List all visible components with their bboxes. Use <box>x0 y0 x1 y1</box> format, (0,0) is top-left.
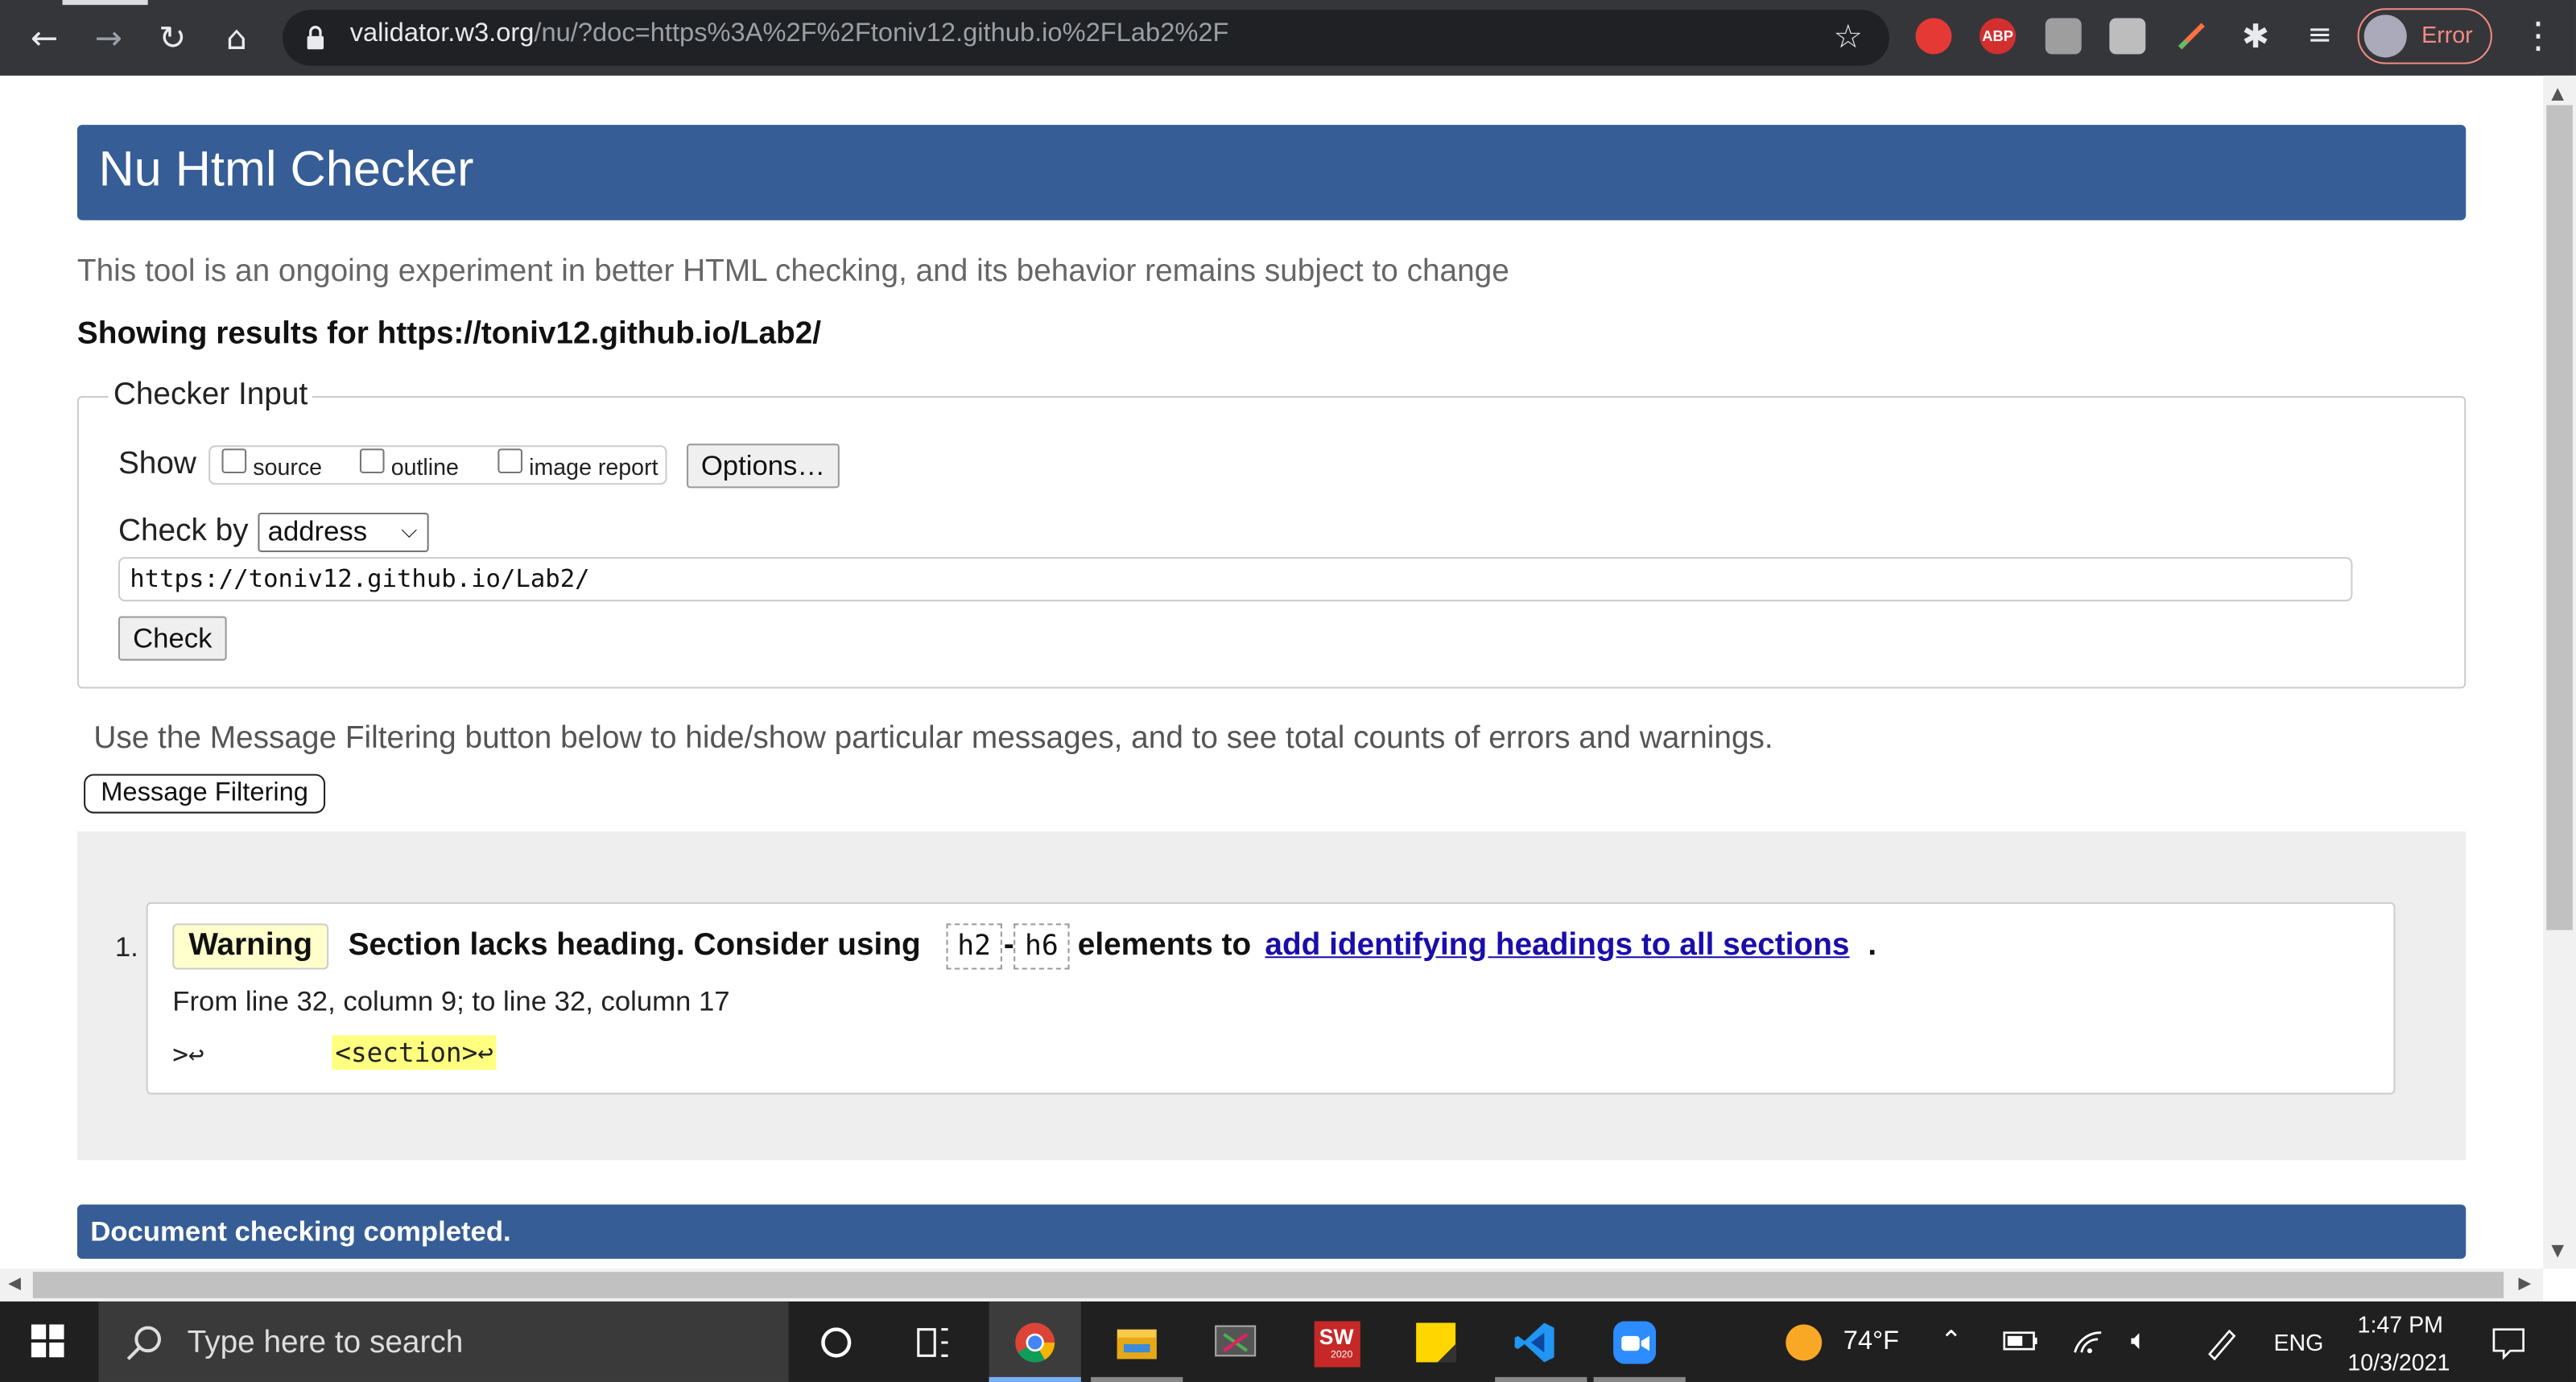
message-dash: - <box>1003 928 1014 963</box>
scroll-down-icon[interactable]: ▼ <box>2551 1242 2564 1260</box>
scroll-up-icon[interactable]: ▲ <box>2551 85 2564 103</box>
warning-badge: Warning <box>172 923 329 970</box>
home-icon[interactable]: ⌂ <box>217 18 256 57</box>
vertical-scrollbar-thumb[interactable] <box>2546 105 2573 930</box>
clock-time[interactable]: 1:47 PM <box>2358 1311 2443 1338</box>
pen-workspace-icon[interactable] <box>2203 1325 2240 1361</box>
code-h2: h2 <box>946 923 1002 970</box>
message-location[interactable]: From line 32, column 9; to line 32, colu… <box>172 986 729 1019</box>
explorer-running-indicator <box>1091 1376 1183 1382</box>
reload-icon[interactable]: ↻ <box>153 18 192 57</box>
zoom-icon[interactable] <box>1613 1321 1657 1364</box>
extract-context: >↩ <box>172 1038 204 1071</box>
file-explorer-icon[interactable] <box>1116 1321 1158 1363</box>
sticky-notes-icon[interactable] <box>1414 1321 1457 1363</box>
source-checkbox-label[interactable]: source <box>253 453 322 480</box>
weather-sun-icon[interactable] <box>1785 1324 1823 1361</box>
search-placeholder: Type here to search <box>187 1326 464 1361</box>
scroll-right-icon[interactable]: ▶ <box>2519 1275 2532 1293</box>
checking-completed-banner: Document checking completed. <box>76 1204 2467 1259</box>
lock-icon <box>307 26 324 50</box>
results-heading: Showing results for https://toniv12.gith… <box>76 317 822 352</box>
filtering-info-text: Use the Message Filtering button below t… <box>93 721 1773 757</box>
cortana-icon[interactable] <box>818 1325 854 1361</box>
outline-checkbox[interactable] <box>359 448 385 473</box>
url-input[interactable]: https://toniv12.github.io/Lab2/ <box>118 557 2353 602</box>
windows-start-icon[interactable] <box>31 1324 64 1358</box>
code-h6: h6 <box>1013 923 1070 970</box>
message-period: . <box>1868 928 1877 963</box>
page-title: Nu Html Checker <box>98 142 474 197</box>
message-text: Section lacks heading. Consider using <box>348 928 921 963</box>
puzzle-icon[interactable]: ✱ <box>2238 18 2274 54</box>
message-filtering-button[interactable]: Message Filtering <box>84 774 326 814</box>
check-by-label: Check by <box>118 514 249 549</box>
menu-kebab-icon[interactable]: ⋮ <box>2520 16 2557 57</box>
clock-date[interactable]: 10/3/2021 <box>2347 1349 2450 1376</box>
checker-input-fieldset <box>76 396 2467 689</box>
media-control-icon[interactable]: ≡ <box>2301 18 2338 54</box>
image-report-checkbox-label[interactable]: image report <box>529 453 658 480</box>
color-picker-icon[interactable] <box>2174 18 2210 54</box>
active-tab-indicator <box>62 0 148 6</box>
vscode-icon[interactable] <box>1513 1321 1556 1363</box>
task-view-icon[interactable] <box>915 1325 952 1361</box>
headings-link[interactable]: add identifying headings to all sections <box>1265 929 1849 965</box>
extension-icon[interactable] <box>2045 18 2082 55</box>
chrome-icon[interactable] <box>1013 1321 1056 1363</box>
page-header: Nu Html Checker <box>76 125 2467 221</box>
notification-icon[interactable] <box>2491 1325 2527 1361</box>
checker-input-legend: Checker Input <box>108 377 313 415</box>
search-icon <box>126 1326 161 1360</box>
forward-icon[interactable]: → <box>89 18 128 57</box>
check-by-select[interactable]: address ⌵ <box>258 512 429 552</box>
source-checkbox[interactable] <box>221 448 247 473</box>
taskbar-search[interactable]: Type here to search <box>98 1301 789 1382</box>
extract-highlight: <section>↩ <box>332 1035 497 1071</box>
adblock-icon[interactable] <box>1915 18 1952 55</box>
weather-temperature[interactable]: 74°F <box>1843 1328 1899 1358</box>
avatar <box>2363 14 2407 58</box>
vscode-running-indicator <box>1495 1376 1587 1382</box>
show-hidden-icons-icon[interactable]: ⌃ <box>1940 1325 1962 1356</box>
snipping-tool-icon[interactable] <box>1214 1321 1257 1363</box>
battery-icon[interactable] <box>2003 1328 2039 1355</box>
profile-label: Error <box>2421 21 2473 48</box>
volume-icon[interactable]: 🔈︎ <box>2131 1325 2148 1358</box>
intro-text: This tool is an ongoing experiment in be… <box>76 254 1509 290</box>
back-icon[interactable]: ← <box>25 18 64 57</box>
cast-extension-icon[interactable] <box>2109 18 2146 55</box>
wifi-icon[interactable] <box>2071 1326 2104 1356</box>
horizontal-scrollbar-thumb[interactable] <box>32 1272 2504 1298</box>
image-report-checkbox[interactable] <box>497 448 522 473</box>
check-button[interactable]: Check <box>118 616 227 661</box>
outline-checkbox-label[interactable]: outline <box>391 453 459 480</box>
address-bar-url[interactable]: validator.w3.org/nu/?doc=https%3A%2F%2Ft… <box>350 19 1229 49</box>
scroll-left-icon[interactable]: ◀ <box>8 1275 21 1293</box>
zoom-running-indicator <box>1593 1376 1686 1382</box>
bookmark-star-icon[interactable]: ☆ <box>1834 16 1864 56</box>
options-button[interactable]: Options… <box>687 443 840 489</box>
message-text-mid: elements to <box>1077 928 1252 963</box>
chevron-down-icon: ⌵ <box>401 518 418 542</box>
profile-button[interactable]: Error <box>2357 8 2492 64</box>
solidworks-icon[interactable]: SW 2020 <box>1314 1321 1360 1368</box>
input-language[interactable]: ENG <box>2273 1330 2323 1356</box>
show-label: Show <box>118 447 196 482</box>
chrome-active-indicator <box>989 1376 1081 1382</box>
message-number: 1. <box>114 931 138 963</box>
abp-icon[interactable]: ABP <box>1979 18 2017 55</box>
